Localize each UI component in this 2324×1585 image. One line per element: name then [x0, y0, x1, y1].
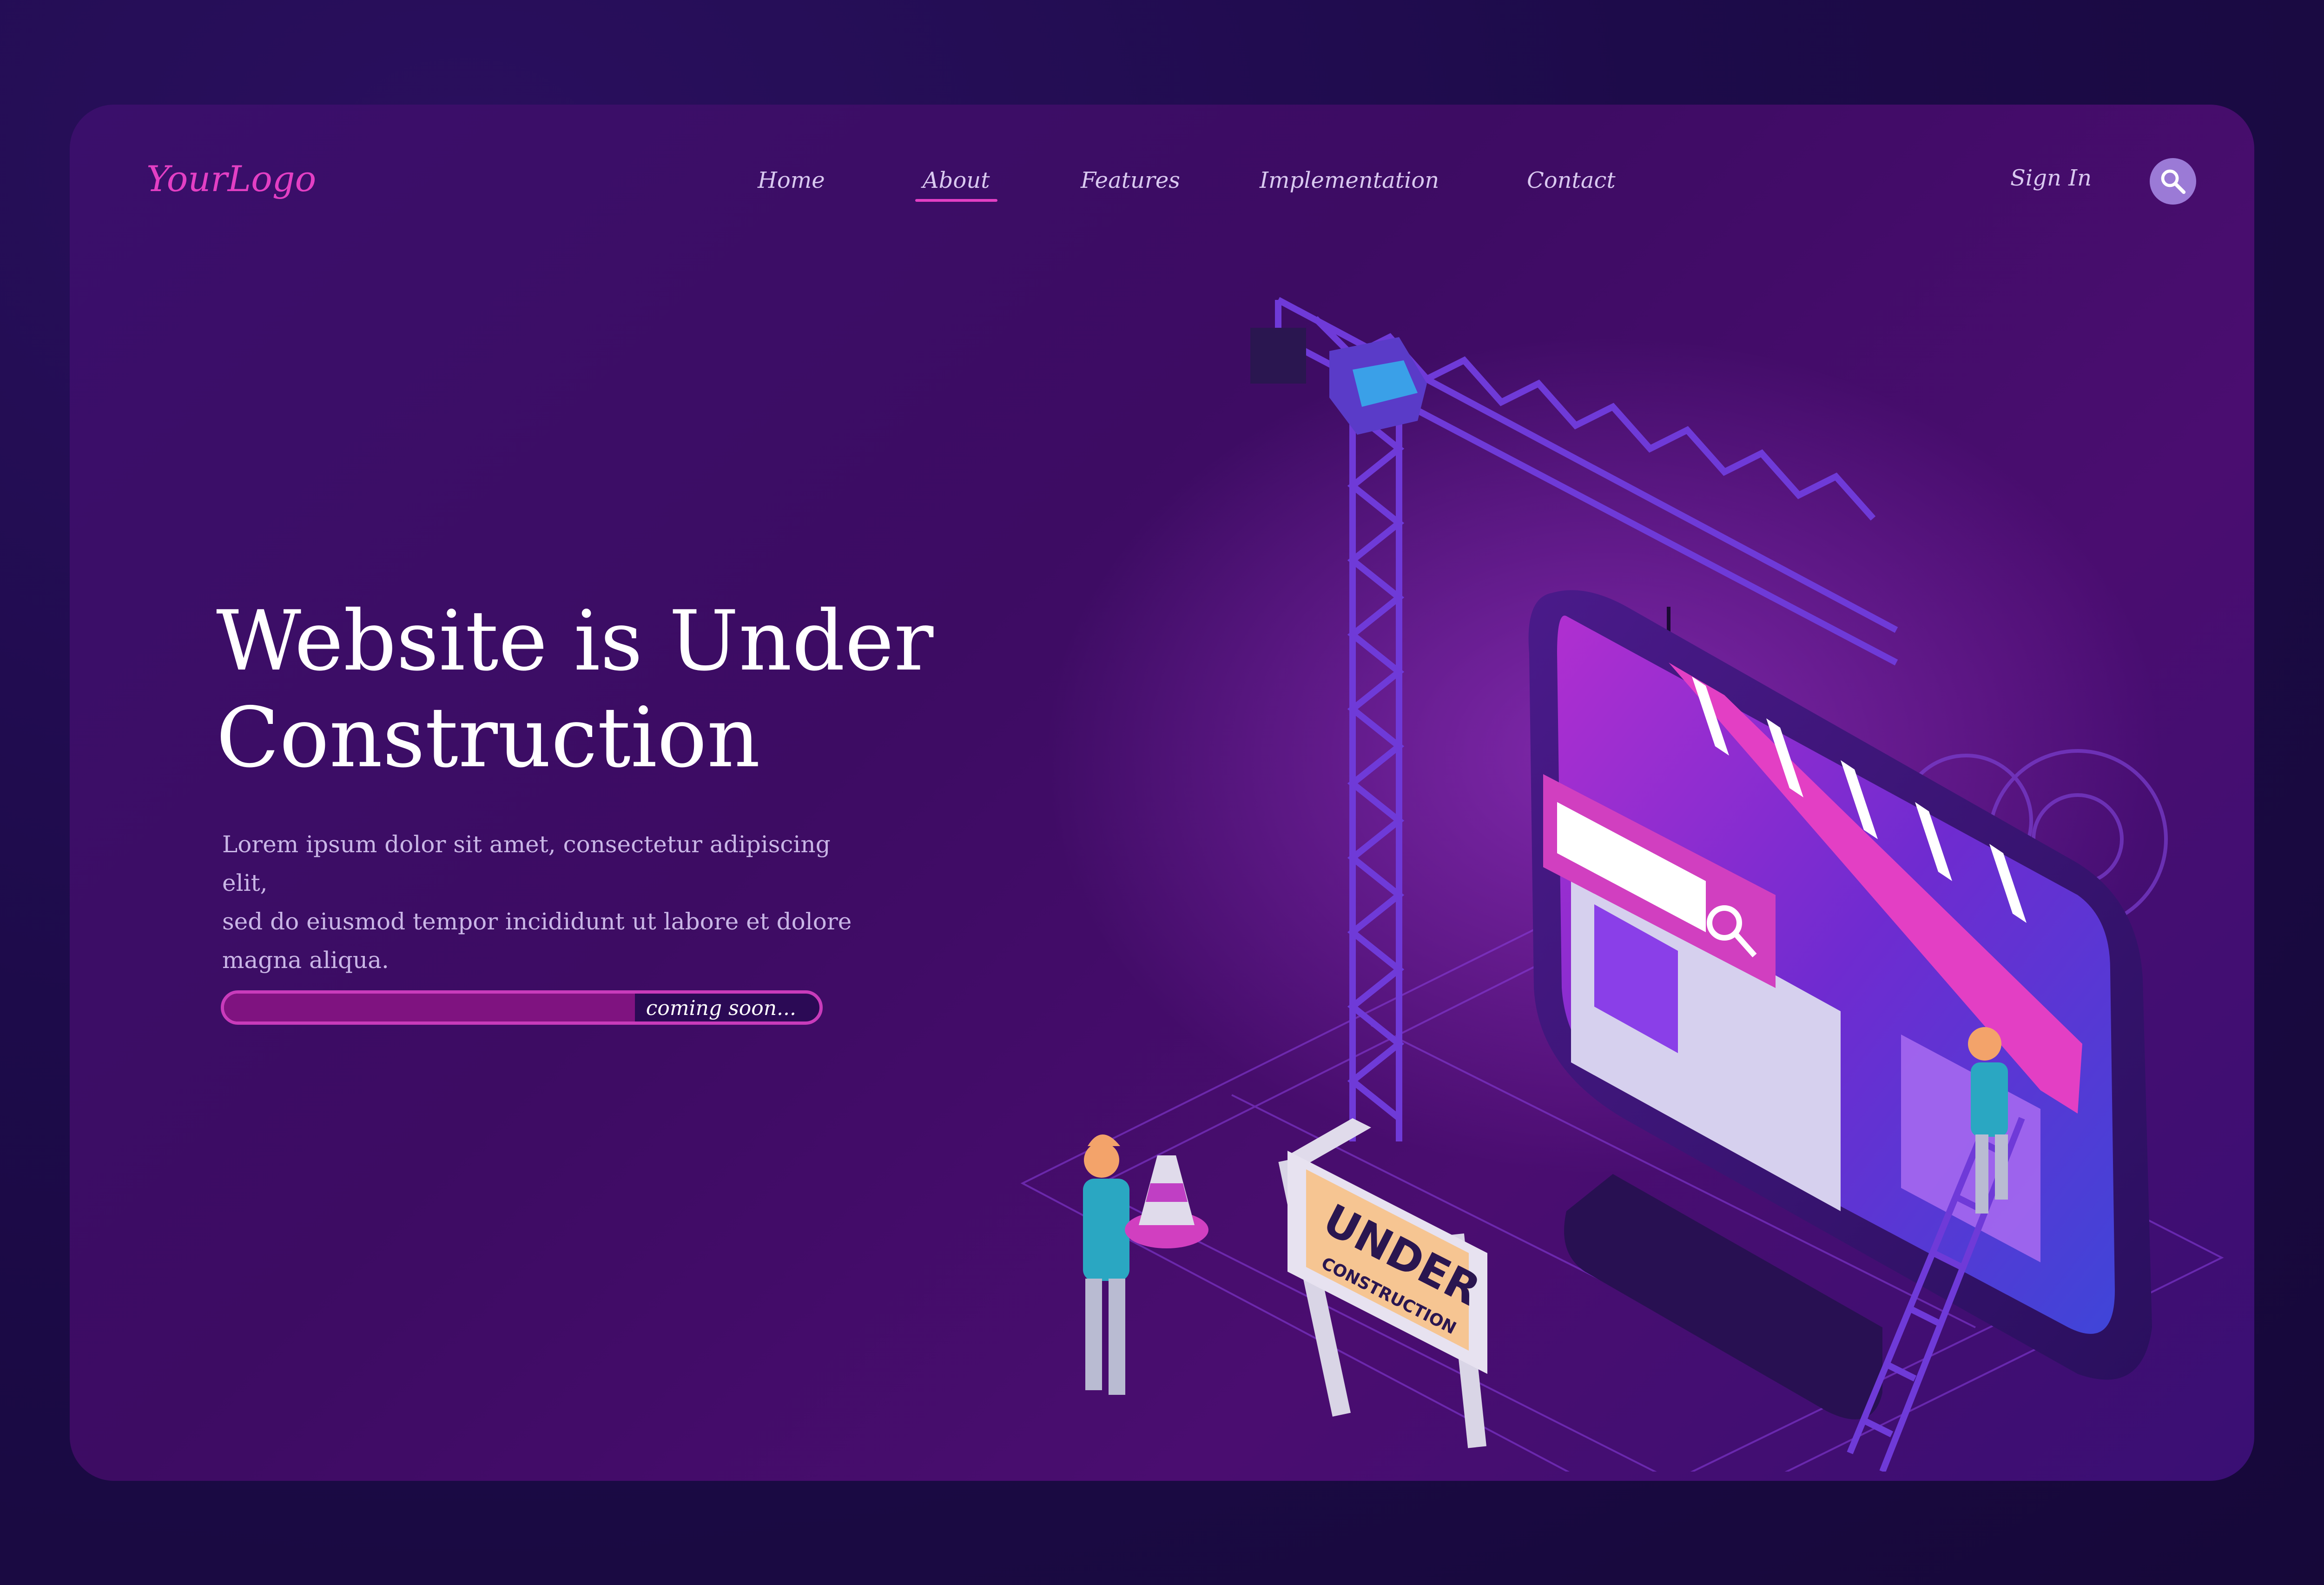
nav-home[interactable]: Home [758, 167, 825, 193]
logo[interactable]: YourLogo [146, 158, 316, 199]
description-line-3: magna aliqua. [222, 947, 389, 974]
progress-fill [224, 994, 635, 1021]
coming-soon-label: coming soon... [646, 996, 796, 1020]
title-line-1: Website is Under [216, 593, 934, 689]
page-title: Website is Under Construction [216, 593, 1053, 786]
landing-card: YourLogo Home About Features Implementat… [70, 105, 2254, 1481]
progress-bar: coming soon... [221, 990, 823, 1025]
under-construction-sign: UNDER CONSTRUCTION [1278, 1118, 1488, 1448]
description-line-2: sed do eiusmod tempor incididunt ut labo… [222, 908, 852, 935]
nav-contact[interactable]: Contact [1527, 167, 1616, 193]
hero-description: Lorem ipsum dolor sit amet, consectetur … [222, 825, 882, 980]
search-button[interactable] [2150, 158, 2196, 205]
nav-features[interactable]: Features [1081, 167, 1180, 193]
search-icon [2161, 169, 2186, 194]
title-line-2: Construction [216, 690, 760, 786]
nav-implementation[interactable]: Implementation [1260, 167, 1439, 193]
worker-with-cone [1083, 1134, 1208, 1395]
construction-illustration: UNDER CONSTRUCTION [1020, 297, 2224, 1472]
crane-counterweight [1250, 328, 1306, 384]
sign-in-link[interactable]: Sign In [2010, 165, 2092, 191]
description-line-1: Lorem ipsum dolor sit amet, consectetur … [222, 831, 831, 896]
nav-about[interactable]: About [915, 167, 997, 202]
